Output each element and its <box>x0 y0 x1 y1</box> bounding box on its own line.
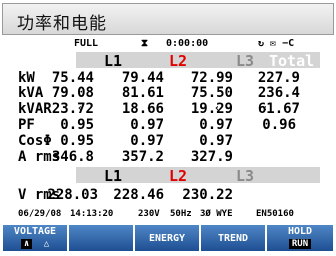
standard-readout: EN50160 <box>256 209 294 219</box>
softkey-label: HOLD <box>287 226 313 237</box>
value-total: 227.9 <box>257 70 300 86</box>
softkey-label: TREND <box>217 233 249 244</box>
header-l1: L1 <box>104 167 123 185</box>
value-l2: 228.46 <box>113 187 164 203</box>
value-l3: 0.97 <box>199 117 233 133</box>
value-l2: 18.66 <box>121 101 164 117</box>
value-l3: 327.9 <box>190 149 233 165</box>
row-label: CosΦ <box>18 133 52 149</box>
header-l3: L3 <box>236 52 255 70</box>
value-l2: 79.44 <box>121 70 164 86</box>
row-label: kVAR <box>18 101 52 117</box>
frequency-readout: 50Hz <box>170 209 192 219</box>
time-readout: 14:13:20 <box>70 209 114 219</box>
title-bar: 功率和电能 <box>2 3 334 35</box>
voltage-softkey[interactable]: VOLTAGE ∧ △ <box>2 224 68 252</box>
header-l2: L2 <box>169 52 188 70</box>
triangle-icon: △ <box>43 239 50 249</box>
clock-icon: ⧗ <box>141 38 149 49</box>
row-label: kW <box>18 70 35 86</box>
voltage-icon: ∧ <box>20 239 33 249</box>
status-mode: FULL <box>74 38 99 49</box>
header-l2: L2 <box>169 167 188 185</box>
config-readout: 3Ø WYE <box>200 209 233 219</box>
table-row: A rms 346.8 357.2 327.9 <box>0 149 336 165</box>
header-l1: L1 <box>104 52 123 70</box>
instrument-screen: 功率和电能 FULL ⧗ 0:00:00 ↻ ✉ −C L1 L2 L3 Tot… <box>0 0 336 256</box>
value-l2: 357.2 <box>121 149 164 165</box>
softkey-f2[interactable] <box>68 224 134 252</box>
table-row: kW 75.44 79.44 72.99 227.9 <box>0 70 336 86</box>
row-label: kVA <box>18 85 44 101</box>
hold-run-softkey[interactable]: HOLD RUN <box>266 224 334 252</box>
value-l1: 346.8 <box>51 149 94 165</box>
value-l1: 228.03 <box>47 187 98 203</box>
softkey-label: ENERGY <box>148 233 186 244</box>
value-l3: 230.22 <box>182 187 233 203</box>
value-l1: 23.72 <box>51 101 94 117</box>
value-l3: 0.97 <box>199 133 233 149</box>
table-row: CosΦ 0.95 0.97 0.97 <box>0 133 336 149</box>
value-l2: 81.61 <box>121 85 164 101</box>
value-l1: 0.95 <box>60 117 94 133</box>
date-readout: 06/29/08 <box>18 209 62 219</box>
value-l1: 79.08 <box>51 85 94 101</box>
value-l1: 0.95 <box>60 133 94 149</box>
energy-softkey[interactable]: ENERGY <box>134 224 200 252</box>
value-total: 236.4 <box>257 85 300 101</box>
row-label: PF <box>18 117 35 133</box>
table-row: kVAR ‹ 23.72 ‹ 18.66 ‹ 19.29 ‹ 61.67 <box>0 101 336 117</box>
trend-softkey[interactable]: TREND <box>200 224 266 252</box>
value-l3: 75.50 <box>190 85 233 101</box>
vrms-row: V rms 228.03 228.46 230.22 <box>0 187 336 203</box>
page-title: 功率和电能 <box>17 14 107 34</box>
value-l3: 19.29 <box>190 101 233 117</box>
table-row: kVA 79.08 81.61 75.50 236.4 <box>0 85 336 101</box>
table-row: PF 0.95 0.97 0.97 0.96 <box>0 117 336 133</box>
voltage-readout: 230V <box>138 209 160 219</box>
value-total: 0.96 <box>262 117 296 133</box>
softkey-label: VOLTAGE <box>13 226 57 237</box>
value-l3: 72.99 <box>190 70 233 86</box>
value-total: 61.67 <box>257 101 300 117</box>
elapsed-time: 0:00:00 <box>166 38 209 49</box>
value-l2: 0.97 <box>130 133 164 149</box>
softkey-bar: VOLTAGE ∧ △ ENERGY TREND HOLD RUN <box>2 224 334 252</box>
value-l1: 75.44 <box>51 70 94 86</box>
header-total: Total <box>269 52 315 70</box>
run-indicator: RUN <box>288 239 312 249</box>
value-l2: 0.97 <box>130 117 164 133</box>
header-l3: L3 <box>236 167 255 185</box>
status-icons: ↻ ✉ −C <box>258 38 295 49</box>
